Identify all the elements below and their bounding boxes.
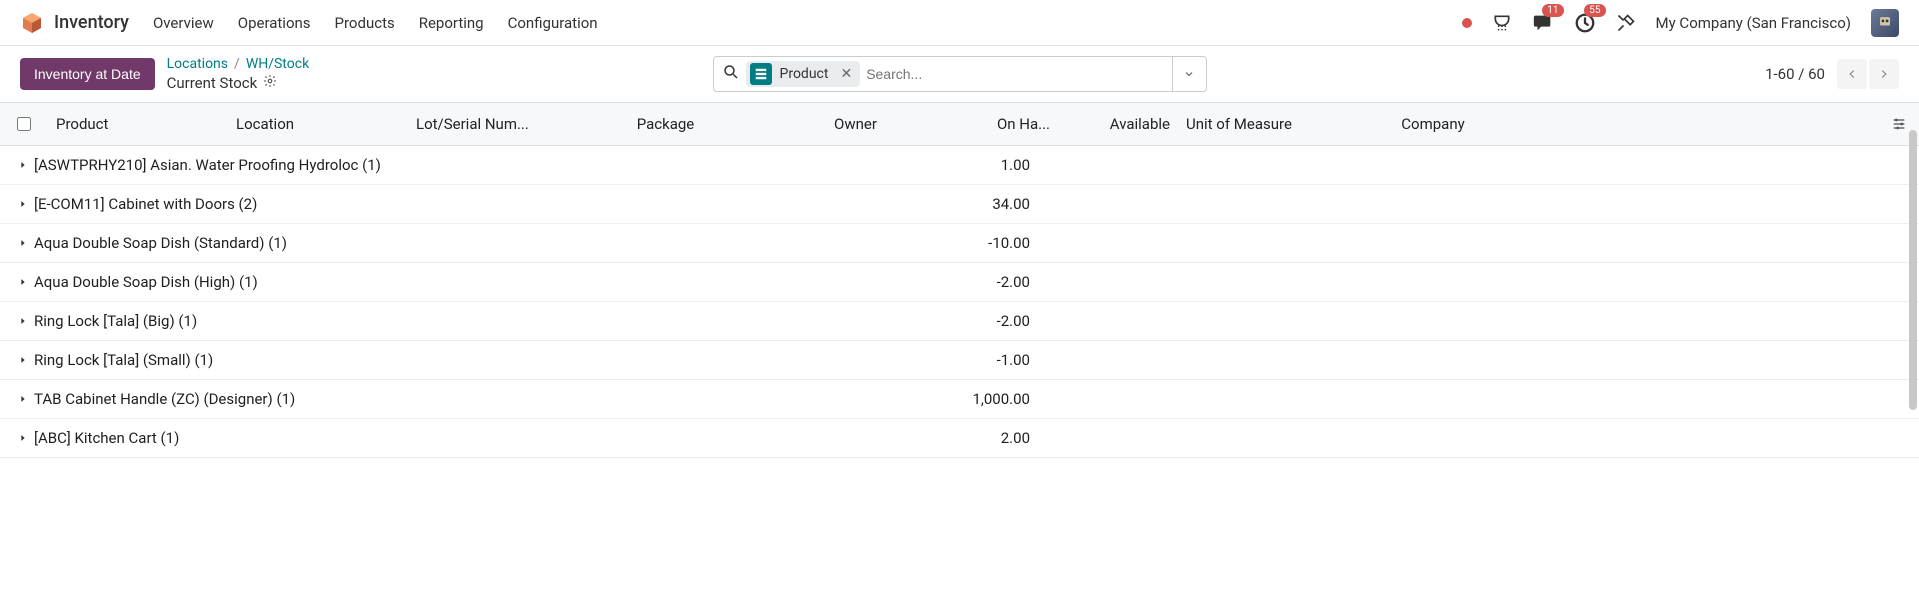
- cell-onhand: 34.00: [938, 195, 1038, 213]
- col-onhand[interactable]: On Ha...: [958, 115, 1058, 133]
- table-row[interactable]: [ABC] Kitchen Cart (1)2.00: [0, 419, 1919, 458]
- col-owner[interactable]: Owner: [753, 115, 958, 133]
- table-row[interactable]: Aqua Double Soap Dish (High) (1)-2.00: [0, 263, 1919, 302]
- table-row[interactable]: [E-COM11] Cabinet with Doors (2)34.00: [0, 185, 1919, 224]
- expand-caret-icon[interactable]: [0, 238, 28, 248]
- col-package[interactable]: Package: [578, 115, 753, 133]
- table-body: [ASWTPRHY210] Asian. Water Proofing Hydr…: [0, 146, 1919, 458]
- scrollbar-thumb[interactable]: [1909, 130, 1917, 410]
- cell-product: [E-COM11] Cabinet with Doors (2): [28, 195, 938, 213]
- phone-icon[interactable]: [1492, 13, 1512, 33]
- col-company[interactable]: Company: [1348, 115, 1518, 133]
- breadcrumb-separator: /: [234, 56, 240, 72]
- expand-caret-icon[interactable]: [0, 160, 28, 170]
- nav-products[interactable]: Products: [335, 14, 395, 32]
- cell-onhand: -2.00: [938, 312, 1038, 330]
- col-uom[interactable]: Unit of Measure: [1178, 115, 1348, 133]
- pager: 1-60 / 60: [1765, 59, 1899, 89]
- breadcrumb: Locations / WH/Stock: [167, 56, 310, 72]
- table-row[interactable]: Ring Lock [Tala] (Big) (1)-2.00: [0, 302, 1919, 341]
- facet-remove-icon[interactable]: ✕: [836, 66, 856, 82]
- breadcrumb-locations[interactable]: Locations: [167, 56, 228, 72]
- search-wrap: Product ✕: [713, 56, 1207, 92]
- cell-product: [ASWTPRHY210] Asian. Water Proofing Hydr…: [28, 156, 938, 174]
- pager-text[interactable]: 1-60 / 60: [1765, 65, 1825, 83]
- table-row[interactable]: [ASWTPRHY210] Asian. Water Proofing Hydr…: [0, 146, 1919, 185]
- expand-caret-icon[interactable]: [0, 316, 28, 326]
- expand-caret-icon[interactable]: [0, 199, 28, 209]
- cell-product: Aqua Double Soap Dish (High) (1): [28, 273, 938, 291]
- nav-configuration[interactable]: Configuration: [508, 14, 598, 32]
- cell-onhand: 1.00: [938, 156, 1038, 174]
- nav-overview[interactable]: Overview: [153, 14, 214, 32]
- app-title[interactable]: Inventory: [54, 12, 129, 33]
- table-row[interactable]: Aqua Double Soap Dish (Standard) (1)-10.…: [0, 224, 1919, 263]
- action-bar: Inventory at Date Locations / WH/Stock C…: [0, 46, 1919, 102]
- col-location[interactable]: Location: [228, 115, 408, 133]
- pager-next-icon[interactable]: [1869, 59, 1899, 89]
- cell-product: Aqua Double Soap Dish (Standard) (1): [28, 234, 938, 252]
- groupby-icon: [750, 63, 772, 85]
- clock-badge: 55: [1584, 4, 1605, 17]
- clock-icon[interactable]: 55: [1574, 12, 1596, 34]
- chat-badge: 11: [1542, 4, 1563, 17]
- search-input[interactable]: [866, 66, 1163, 82]
- cell-product: [ABC] Kitchen Cart (1): [28, 429, 938, 447]
- scrollbar[interactable]: [1909, 130, 1917, 490]
- search-facet-product: Product ✕: [746, 61, 861, 87]
- table-header: Product Location Lot/Serial Num... Packa…: [0, 102, 1919, 146]
- search-icon: [722, 63, 740, 85]
- search-dropdown-toggle[interactable]: [1173, 56, 1207, 92]
- app-logo-icon[interactable]: [20, 11, 44, 35]
- page-subtitle-wrap: Current Stock: [167, 74, 310, 92]
- status-dot-icon: [1462, 18, 1472, 28]
- data-table: Product Location Lot/Serial Num... Packa…: [0, 102, 1919, 458]
- expand-caret-icon[interactable]: [0, 277, 28, 287]
- table-row[interactable]: Ring Lock [Tala] (Small) (1)-1.00: [0, 341, 1919, 380]
- table-row[interactable]: TAB Cabinet Handle (ZC) (Designer) (1)1,…: [0, 380, 1919, 419]
- facet-label: Product: [776, 66, 833, 82]
- nav-menu: Overview Operations Products Reporting C…: [153, 14, 598, 32]
- expand-caret-icon[interactable]: [0, 394, 28, 404]
- user-avatar[interactable]: [1871, 9, 1899, 37]
- chat-icon[interactable]: 11: [1532, 12, 1554, 34]
- pager-prev-icon[interactable]: [1837, 59, 1867, 89]
- expand-caret-icon[interactable]: [0, 433, 28, 443]
- topbar-right: 11 55 My Company (San Francisco): [1462, 9, 1899, 37]
- inventory-at-date-button[interactable]: Inventory at Date: [20, 58, 155, 90]
- gear-icon[interactable]: [263, 74, 277, 92]
- select-all-checkbox[interactable]: [0, 117, 48, 131]
- breadcrumb-wrap: Locations / WH/Stock Current Stock: [167, 56, 310, 92]
- cell-onhand: 2.00: [938, 429, 1038, 447]
- tools-icon[interactable]: [1616, 13, 1636, 33]
- col-product[interactable]: Product: [48, 115, 228, 133]
- cell-onhand: -10.00: [938, 234, 1038, 252]
- page-subtitle: Current Stock: [167, 74, 258, 92]
- col-lot[interactable]: Lot/Serial Num...: [408, 115, 578, 133]
- company-selector[interactable]: My Company (San Francisco): [1656, 14, 1851, 32]
- cell-onhand: -1.00: [938, 351, 1038, 369]
- breadcrumb-current: WH/Stock: [246, 56, 309, 72]
- cell-product: Ring Lock [Tala] (Small) (1): [28, 351, 938, 369]
- cell-product: Ring Lock [Tala] (Big) (1): [28, 312, 938, 330]
- expand-caret-icon[interactable]: [0, 355, 28, 365]
- col-available[interactable]: Available: [1058, 115, 1178, 133]
- search-box[interactable]: Product ✕: [713, 56, 1173, 92]
- topbar: Inventory Overview Operations Products R…: [0, 0, 1919, 46]
- cell-onhand: 1,000.00: [938, 390, 1038, 408]
- nav-operations[interactable]: Operations: [238, 14, 311, 32]
- cell-onhand: -2.00: [938, 273, 1038, 291]
- cell-product: TAB Cabinet Handle (ZC) (Designer) (1): [28, 390, 938, 408]
- nav-reporting[interactable]: Reporting: [419, 14, 484, 32]
- pager-buttons: [1835, 59, 1899, 89]
